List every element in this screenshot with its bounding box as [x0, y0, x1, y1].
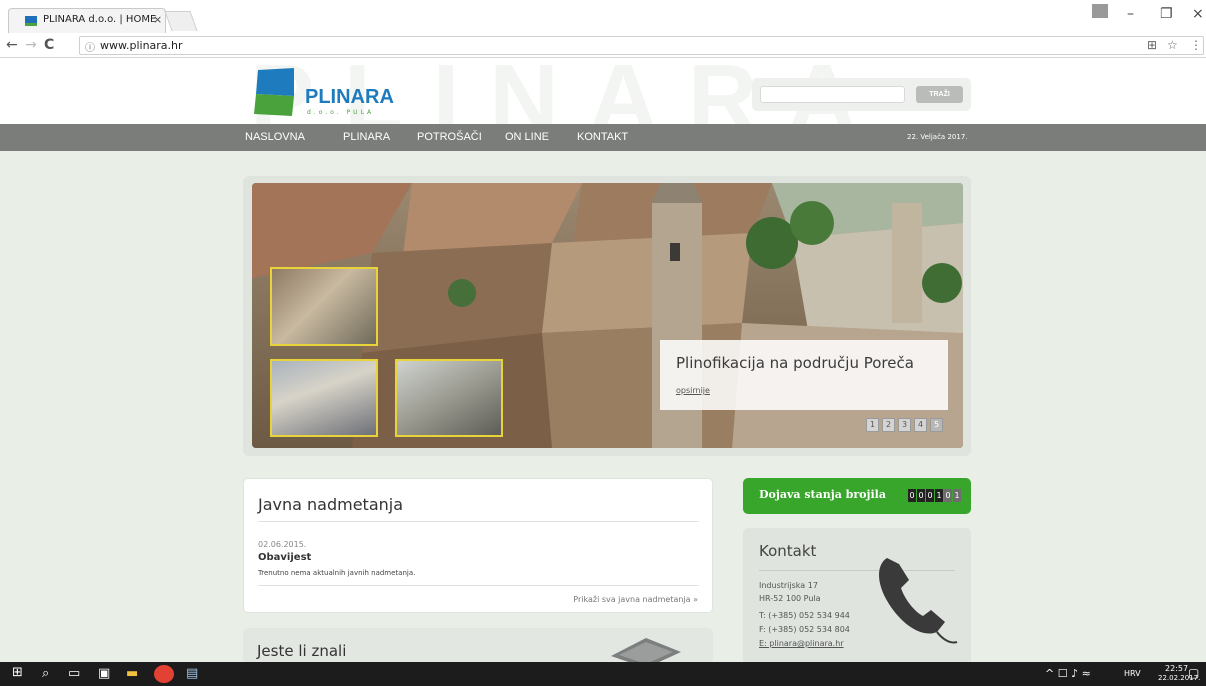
nav-item-plinara[interactable]: PLINARA	[343, 131, 390, 143]
contact-email-link[interactable]: E: plinara@plinara.hr	[759, 639, 844, 648]
contact-fax: F: (+385) 052 534 804	[759, 625, 850, 634]
browser-tab-strip: PLINARA d.o.o. | HOME × – ❐ ×	[0, 0, 1206, 33]
logo-subtitle: d.o.o. PULA	[307, 109, 375, 116]
current-date: 22. Veljača 2017.	[907, 133, 968, 141]
slide-thumbnail-2[interactable]	[270, 359, 378, 437]
slider-page-3[interactable]: 3	[898, 418, 911, 432]
contact-address-line1: Industrijska 17	[759, 581, 818, 590]
nav-item-online[interactable]: ON LINE	[505, 131, 549, 143]
slide-thumbnail-3[interactable]	[395, 359, 503, 437]
contact-address-line2: HR-52 100 Pula	[759, 594, 821, 603]
bookmark-star-icon[interactable]: ☆	[1167, 38, 1178, 52]
meter-digit: 0	[944, 489, 952, 502]
tenders-panel: Javna nadmetanja 02.06.2015. Obavijest T…	[243, 478, 713, 613]
slide-more-link[interactable]: opsirnije	[676, 386, 710, 395]
new-tab-button[interactable]	[164, 11, 198, 31]
contact-phone: T: (+385) 052 534 944	[759, 611, 850, 620]
minimize-icon[interactable]: –	[1127, 6, 1134, 22]
file-explorer-icon[interactable]: ▬	[126, 666, 138, 681]
meter-digit: 0	[926, 489, 934, 502]
store-icon[interactable]: ▣	[98, 666, 110, 681]
search-button[interactable]: TRAŽI	[916, 86, 963, 103]
restore-icon[interactable]: ❐	[1160, 6, 1173, 22]
back-arrow-icon[interactable]: ←	[6, 37, 18, 53]
forward-arrow-icon[interactable]: →	[25, 37, 37, 53]
tab-close-icon[interactable]: ×	[153, 13, 162, 26]
slider-page-5[interactable]: 5	[930, 418, 943, 432]
meter-reading-title: Dojava stanja brojila	[759, 488, 886, 501]
tenders-title: Javna nadmetanja	[258, 495, 404, 514]
user-profile-icon[interactable]	[1092, 4, 1108, 18]
slider-page-1[interactable]: 1	[866, 418, 879, 432]
chrome-icon[interactable]	[154, 665, 174, 683]
url-text[interactable]: www.plinara.hr	[100, 39, 183, 52]
translate-icon[interactable]: ⊞	[1147, 38, 1157, 52]
windows-taskbar: ⊞ ⌕ ▭ ▣ ▬ ▤ ^ ☐ ♪ ≈ HRV 22:57 22.02.2017…	[0, 662, 1206, 686]
notifications-icon[interactable]: ▢	[1188, 666, 1199, 680]
logo-name: PLINARA	[305, 86, 394, 108]
meter-digit: 1	[935, 489, 943, 502]
slide-caption: Plinofikacija na području Poreča opsirni…	[660, 340, 948, 410]
slider-page-4[interactable]: 4	[914, 418, 927, 432]
contact-title: Kontakt	[759, 542, 817, 560]
tenders-divider	[258, 521, 699, 522]
site-favicon-icon	[25, 16, 37, 26]
tenders-divider-bottom	[258, 585, 699, 586]
phone-handset-icon	[879, 558, 958, 644]
app-window-icon[interactable]: ▤	[186, 666, 198, 681]
tender-text: Trenutno nema aktualnih javnih nadmetanj…	[258, 569, 416, 577]
browser-menu-icon[interactable]: ⋮	[1190, 38, 1202, 52]
search-box: TRAŽI	[752, 78, 971, 111]
clock-time[interactable]: 22:57	[1165, 664, 1188, 673]
site-info-icon[interactable]: ⓘ	[85, 39, 95, 54]
main-navigation: NASLOVNA PLINARA POTROŠAČI ON LINE KONTA…	[0, 124, 1206, 151]
language-indicator[interactable]: HRV	[1124, 669, 1141, 678]
tender-date: 02.06.2015.	[258, 540, 307, 549]
meter-digit: 1	[953, 489, 961, 502]
tab-title: PLINARA d.o.o. | HOME	[43, 14, 157, 25]
browser-tab[interactable]: PLINARA d.o.o. | HOME ×	[8, 8, 166, 33]
tray-icons[interactable]: ^ ☐ ♪ ≈	[1045, 667, 1091, 680]
show-all-tenders-link[interactable]: Prikaži sva javna nadmetanja »	[573, 595, 698, 604]
reload-icon[interactable]: C	[44, 37, 54, 53]
nav-item-potrosaci[interactable]: POTROŠAČI	[417, 131, 482, 143]
slide-caption-title: Plinofikacija na području Poreča	[676, 354, 914, 372]
meter-digit: 0	[917, 489, 925, 502]
meter-digit: 0	[908, 489, 916, 502]
slider-page-2[interactable]: 2	[882, 418, 895, 432]
task-view-icon[interactable]: ▭	[68, 666, 80, 681]
logo-mark-icon	[254, 68, 294, 116]
tender-headline[interactable]: Obavijest	[258, 552, 311, 563]
contact-panel: Kontakt Industrijska 17 HR-52 100 Pula T…	[743, 528, 971, 668]
site-header: PLINARA PLINARA d.o.o. PULA TRAŽI	[0, 45, 1206, 152]
start-windows-icon[interactable]: ⊞	[12, 665, 23, 680]
site-logo[interactable]: PLINARA d.o.o. PULA	[254, 66, 394, 118]
search-icon[interactable]: ⌕	[42, 666, 49, 681]
window-close-icon[interactable]: ×	[1192, 6, 1204, 22]
nav-item-naslovna[interactable]: NASLOVNA	[245, 131, 305, 143]
did-you-know-title: Jeste li znali	[257, 642, 347, 660]
search-input[interactable]	[760, 86, 905, 103]
slide-thumbnail-1[interactable]	[270, 267, 378, 346]
nav-item-kontakt[interactable]: KONTAKT	[577, 131, 628, 143]
meter-reading-button[interactable]: Dojava stanja brojila 0 0 0 1 0 1	[743, 478, 971, 514]
